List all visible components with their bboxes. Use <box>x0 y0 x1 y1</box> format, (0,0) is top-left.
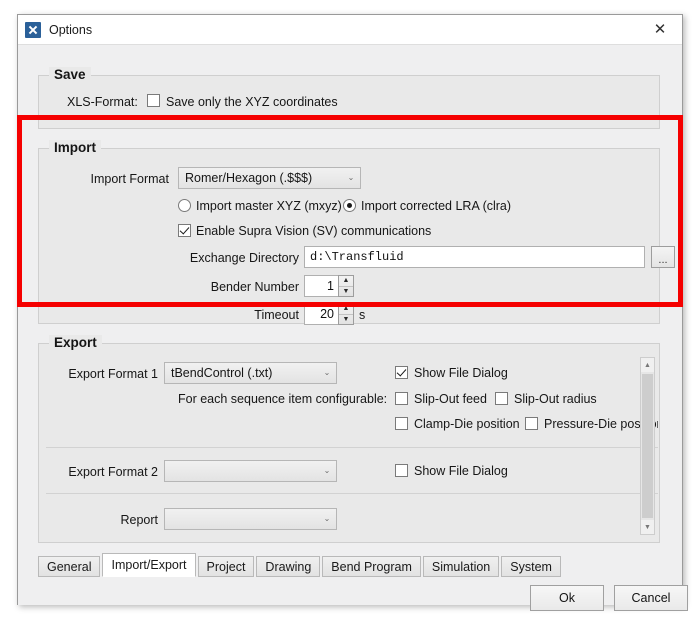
scroll-down-icon[interactable]: ▼ <box>641 520 654 534</box>
sequence-configurable-label: For each sequence item configurable: <box>178 392 387 406</box>
save-xyz-label: Save only the XYZ coordinates <box>166 95 338 109</box>
export-format-1-value: tBendControl (.txt) <box>165 366 318 380</box>
slip-out-feed-label: Slip-Out feed <box>414 392 487 406</box>
export-format-1-show-dialog-checkbox[interactable] <box>395 366 408 379</box>
bender-number-stepper[interactable]: 1 ▲ ▼ <box>304 275 354 297</box>
timeout-label: Timeout <box>99 308 299 322</box>
window-title: Options <box>49 23 92 37</box>
app-cross-icon <box>25 22 41 38</box>
pressure-die-position-checkbox[interactable] <box>525 417 538 430</box>
clamp-die-position-checkbox[interactable] <box>395 417 408 430</box>
import-group-title: Import <box>49 140 101 155</box>
report-label: Report <box>48 513 158 527</box>
options-dialog: Options ✕ Save XLS-Format: Save only the… <box>17 14 683 605</box>
scroll-up-icon[interactable]: ▲ <box>641 358 654 372</box>
export-scroll-area: Export Format 1 tBendControl (.txt) ⌄ Sh… <box>40 345 658 541</box>
save-xyz-checkbox[interactable] <box>147 94 160 107</box>
import-format-value: Romer/Hexagon (.$$$) <box>179 171 342 185</box>
import-format-select[interactable]: Romer/Hexagon (.$$$) ⌄ <box>178 167 361 189</box>
spinner-down-icon[interactable]: ▼ <box>339 287 353 297</box>
save-group: Save XLS-Format: Save only the XYZ coord… <box>38 75 660 129</box>
spinner-down-icon[interactable]: ▼ <box>339 315 353 325</box>
browse-button[interactable]: ... <box>651 246 675 268</box>
radio-import-master-xyz[interactable] <box>178 199 191 212</box>
radio-import-master-xyz-label: Import master XYZ (mxyz) <box>196 199 342 213</box>
export-format-2-select[interactable]: ⌄ <box>164 460 337 482</box>
save-group-title: Save <box>49 67 91 82</box>
slip-out-feed-checkbox[interactable] <box>395 392 408 405</box>
spinner-up-icon[interactable]: ▲ <box>339 304 353 315</box>
exchange-directory-input[interactable]: d:\Transfluid <box>304 246 645 268</box>
title-bar: Options ✕ <box>18 15 682 45</box>
import-group: Import Import Format Romer/Hexagon (.$$$… <box>38 148 660 324</box>
timeout-value[interactable]: 20 <box>304 303 338 325</box>
xls-format-label: XLS-Format: <box>67 95 138 109</box>
tab-bar: General Import/Export Project Drawing Be… <box>38 553 563 577</box>
export-format-2-show-dialog-checkbox[interactable] <box>395 464 408 477</box>
supra-vision-label: Enable Supra Vision (SV) communications <box>196 224 431 238</box>
chevron-down-icon: ⌄ <box>318 369 336 377</box>
tab-bend-program[interactable]: Bend Program <box>322 556 421 577</box>
export-format-1-label: Export Format 1 <box>48 367 158 381</box>
divider-2 <box>46 493 658 494</box>
tab-project[interactable]: Project <box>198 556 255 577</box>
bender-number-value[interactable]: 1 <box>304 275 338 297</box>
scrollbar-thumb[interactable] <box>642 374 653 518</box>
slip-out-radius-checkbox[interactable] <box>495 392 508 405</box>
radio-import-corrected-lra-label: Import corrected LRA (clra) <box>361 199 511 213</box>
import-format-label: Import Format <box>69 172 169 186</box>
bender-number-label: Bender Number <box>99 280 299 294</box>
chevron-down-icon: ⌄ <box>342 174 360 182</box>
export-format-2-label: Export Format 2 <box>48 465 158 479</box>
timeout-arrows[interactable]: ▲ ▼ <box>338 303 354 325</box>
ok-button[interactable]: Ok <box>530 585 604 611</box>
spinner-up-icon[interactable]: ▲ <box>339 276 353 287</box>
tab-general[interactable]: General <box>38 556 100 577</box>
tab-drawing[interactable]: Drawing <box>256 556 320 577</box>
close-icon[interactable]: ✕ <box>638 15 682 43</box>
dialog-body: Save XLS-Format: Save only the XYZ coord… <box>18 45 682 605</box>
supra-vision-checkbox[interactable] <box>178 224 191 237</box>
export-format-1-show-dialog-label: Show File Dialog <box>414 366 508 380</box>
divider-1 <box>46 447 658 448</box>
timeout-unit-label: s <box>359 308 365 322</box>
export-format-2-show-dialog-label: Show File Dialog <box>414 464 508 478</box>
bender-number-arrows[interactable]: ▲ ▼ <box>338 275 354 297</box>
screenshot-root: Options ✕ Save XLS-Format: Save only the… <box>0 0 700 627</box>
slip-out-radius-label: Slip-Out radius <box>514 392 597 406</box>
timeout-stepper[interactable]: 20 ▲ ▼ <box>304 303 354 325</box>
exchange-directory-label: Exchange Directory <box>99 251 299 265</box>
chevron-down-icon: ⌄ <box>318 515 336 523</box>
clamp-die-position-label: Clamp-Die position <box>414 417 520 431</box>
report-select[interactable]: ⌄ <box>164 508 337 530</box>
radio-import-corrected-lra[interactable] <box>343 199 356 212</box>
cancel-button[interactable]: Cancel <box>614 585 688 611</box>
export-scrollbar[interactable]: ▲ ▼ <box>640 357 655 535</box>
tab-simulation[interactable]: Simulation <box>423 556 499 577</box>
export-format-1-select[interactable]: tBendControl (.txt) ⌄ <box>164 362 337 384</box>
tab-system[interactable]: System <box>501 556 561 577</box>
export-group: Export Export Format 1 tBendControl (.tx… <box>38 343 660 543</box>
tab-import-export[interactable]: Import/Export <box>102 553 195 577</box>
chevron-down-icon: ⌄ <box>318 467 336 475</box>
